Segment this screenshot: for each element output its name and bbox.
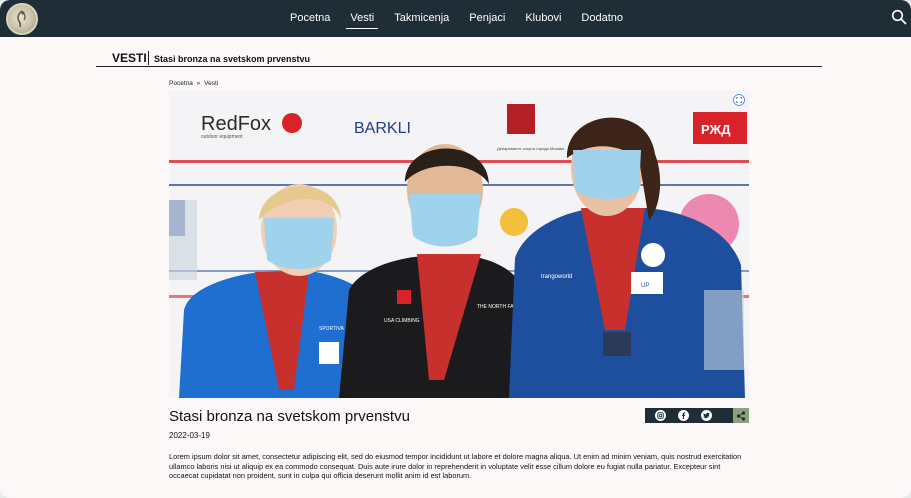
twitter-icon (703, 412, 710, 419)
nav-item-penjaci[interactable]: Penjaci (459, 0, 515, 37)
page-frame: Pocetna Vesti Takmicenja Penjaci Klubovi… (0, 0, 911, 498)
nav-item-dodatno[interactable]: Dodatno (571, 0, 633, 37)
article-title: Stasi bronza na svetskom prvenstvu (169, 408, 410, 425)
search-icon[interactable] (891, 9, 907, 25)
nav-item-takmicenja[interactable]: Takmicenja (384, 0, 459, 37)
top-navbar: Pocetna Vesti Takmicenja Penjaci Klubovi… (0, 0, 911, 37)
jersey-label: SPORTIVA (319, 326, 344, 332)
breadcrumb-separator: » (196, 80, 201, 87)
climber-logo-icon (17, 10, 26, 28)
section-subtitle: Stasi bronza na svetskom prvenstvu (154, 54, 311, 64)
site-logo[interactable] (6, 3, 38, 35)
article-body: Lorem ipsum dolor sit amet, consectetur … (169, 452, 742, 481)
section-divider (148, 51, 149, 65)
share-button[interactable] (733, 408, 749, 423)
sponsor-logo: RedFox (201, 113, 271, 135)
podium-photo-image: RedFox outdoor equipment BARKLI Департам… (169, 90, 749, 398)
nav-item-vesti[interactable]: Vesti (340, 0, 384, 37)
article-photo: RedFox outdoor equipment BARKLI Департам… (169, 90, 749, 398)
main-nav: Pocetna Vesti Takmicenja Penjaci Klubovi… (280, 0, 633, 37)
facebook-icon (681, 412, 686, 419)
sponsor-caption: Департамент спорта города Москвы (497, 146, 564, 151)
jersey-label: trangoworld (541, 274, 572, 280)
sponsor-tagline: outdoor equipment (201, 134, 243, 140)
share-bar (645, 408, 749, 423)
jersey-label: UP (641, 283, 649, 289)
section-header: VESTI Stasi bronza na svetskom prvenstvu (96, 50, 822, 67)
breadcrumb-home[interactable]: Pocetna (169, 80, 193, 87)
breadcrumb-current[interactable]: Vesti (204, 80, 218, 87)
sponsor-logo: РЖД (701, 122, 731, 137)
facebook-share-button[interactable] (678, 410, 689, 421)
fullscreen-icon[interactable] (733, 94, 745, 106)
instagram-share-button[interactable] (655, 410, 666, 421)
twitter-share-button[interactable] (701, 410, 712, 421)
share-icon (736, 410, 746, 421)
section-title: VESTI (112, 51, 147, 65)
breadcrumb: Pocetna » Vesti (169, 80, 220, 87)
nav-item-pocetna[interactable]: Pocetna (280, 0, 340, 37)
jersey-label: USA CLIMBING (384, 318, 420, 324)
article-date: 2022-03-19 (169, 431, 210, 440)
sponsor-logo: BARKLI (354, 120, 411, 137)
instagram-icon (657, 412, 664, 419)
nav-item-klubovi[interactable]: Klubovi (515, 0, 571, 37)
